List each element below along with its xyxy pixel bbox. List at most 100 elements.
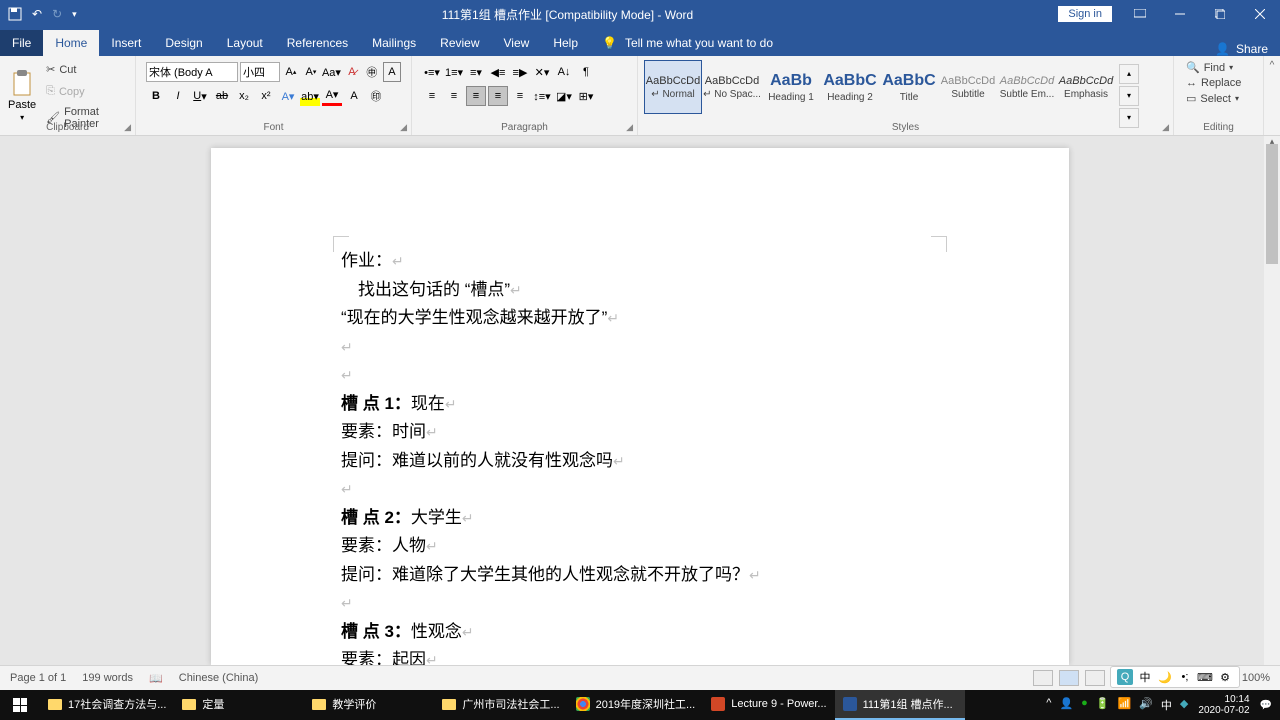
document-text[interactable]: 作业：↵ 找出这句话的 “槽点”↵“现在的大学生性观念越来越开放了”↵↵↵槽 点… <box>341 248 939 665</box>
highlight-button[interactable]: ab▾ <box>300 86 320 106</box>
find-button[interactable]: 🔍Find▾ <box>1184 60 1253 75</box>
text-effects-button[interactable]: A▾ <box>278 86 298 106</box>
font-name-select[interactable] <box>146 62 238 82</box>
ime-lang-button[interactable]: 中 <box>1137 669 1153 685</box>
collapse-ribbon-icon[interactable]: ^ <box>1270 60 1275 71</box>
change-case-button[interactable]: Aa▾ <box>322 62 341 82</box>
print-layout-button[interactable] <box>1059 670 1079 686</box>
style-item[interactable]: AaBbCcDd↵ Normal <box>644 60 702 114</box>
paste-icon[interactable] <box>10 69 34 97</box>
minimize-button[interactable] <box>1160 0 1200 28</box>
battery-icon[interactable]: 🔋 <box>1096 697 1110 713</box>
styles-scroll-down-icon[interactable]: ▾ <box>1119 86 1139 106</box>
enclose-char-button[interactable]: ㊞ <box>366 86 386 106</box>
notifications-icon[interactable]: 💬 <box>1260 700 1272 711</box>
shrink-font-button[interactable]: A▾ <box>302 62 320 82</box>
ime-tray-icon[interactable]: 中 <box>1161 697 1172 713</box>
tab-help[interactable]: Help <box>541 30 590 56</box>
tab-view[interactable]: View <box>492 30 542 56</box>
font-dialog-icon[interactable]: ◢ <box>400 122 407 133</box>
replace-button[interactable]: ↔Replace <box>1184 76 1253 90</box>
tray-up-icon[interactable]: ^ <box>1046 697 1051 713</box>
scroll-thumb[interactable] <box>1266 144 1278 264</box>
clear-formatting-button[interactable]: A̷ <box>343 62 361 82</box>
phonetic-guide-button[interactable]: ㊥ <box>363 62 381 82</box>
close-button[interactable] <box>1240 0 1280 28</box>
bold-button[interactable]: B <box>146 86 166 106</box>
ime-keyboard-icon[interactable]: ⌨ <box>1197 669 1213 685</box>
taskbar-item[interactable]: 2019年度深圳社工... <box>568 690 704 720</box>
word-count[interactable]: 199 words <box>82 672 133 684</box>
tab-insert[interactable]: Insert <box>99 30 153 56</box>
style-item[interactable]: AaBbCcDdSubtle Em... <box>998 60 1056 114</box>
taskbar-item[interactable]: 定量 <box>174 690 304 720</box>
ime-icon[interactable]: Q <box>1117 669 1133 685</box>
language-status[interactable]: Chinese (China) <box>179 672 258 684</box>
tab-mailings[interactable]: Mailings <box>360 30 428 56</box>
tab-layout[interactable]: Layout <box>215 30 275 56</box>
taskbar-item[interactable]: 教学评价 <box>304 690 434 720</box>
ime-punct-button[interactable]: •; <box>1177 669 1193 685</box>
align-left-button[interactable]: ≡ <box>422 86 442 106</box>
clipboard-dialog-icon[interactable]: ◢ <box>124 122 131 133</box>
people-icon[interactable]: 👤 <box>1059 697 1073 713</box>
web-layout-button[interactable] <box>1085 670 1105 686</box>
ribbon-display-icon[interactable] <box>1120 0 1160 28</box>
bullets-button[interactable]: •≡▾ <box>422 62 442 82</box>
maximize-button[interactable] <box>1200 0 1240 28</box>
underline-button[interactable]: U▾ <box>190 86 210 106</box>
superscript-button[interactable]: x² <box>256 86 276 106</box>
styles-scroll-up-icon[interactable]: ▴ <box>1119 64 1139 84</box>
multilevel-button[interactable]: ≡▾ <box>466 62 486 82</box>
paste-dropdown-icon[interactable]: ▾ <box>20 113 24 122</box>
style-item[interactable]: AaBbCTitle <box>880 60 938 114</box>
grow-font-button[interactable]: A▴ <box>282 62 300 82</box>
share-button[interactable]: Share <box>1236 42 1268 56</box>
style-item[interactable]: AaBbCcDd↵ No Spac... <box>703 60 761 114</box>
undo-icon[interactable]: ↶ <box>32 7 42 21</box>
tell-me-search[interactable]: 💡 Tell me what you want to do <box>590 30 785 56</box>
page-count[interactable]: Page 1 of 1 <box>10 672 66 684</box>
read-mode-button[interactable] <box>1033 670 1053 686</box>
document-area[interactable]: 作业：↵ 找出这句话的 “槽点”↵“现在的大学生性观念越来越开放了”↵↵↵槽 点… <box>0 136 1280 665</box>
align-center-button[interactable]: ≡ <box>444 86 464 106</box>
system-tray[interactable]: ^ 👤 ● 🔋 📶 🔊 中 ◆ 10:14 2020-07-02 💬 <box>1038 694 1280 716</box>
taskbar-item[interactable]: 广州市司法社会工... <box>434 690 567 720</box>
distribute-button[interactable]: ≡ <box>510 86 530 106</box>
align-right-button[interactable]: ≡ <box>466 86 486 106</box>
asian-layout-button[interactable]: ✕▾ <box>532 62 552 82</box>
signin-button[interactable]: Sign in <box>1058 6 1112 22</box>
decrease-indent-button[interactable]: ◀≡ <box>488 62 508 82</box>
zoom-level[interactable]: 100% <box>1242 672 1270 684</box>
paste-button[interactable]: Paste <box>8 99 36 111</box>
show-marks-button[interactable]: ¶ <box>576 62 596 82</box>
paragraph-dialog-icon[interactable]: ◢ <box>626 122 633 133</box>
spellcheck-icon[interactable]: 📖 <box>149 672 163 685</box>
increase-indent-button[interactable]: ≡▶ <box>510 62 530 82</box>
subscript-button[interactable]: x₂ <box>234 86 254 106</box>
taskbar-item[interactable]: 17社会调查方法与... <box>40 690 174 720</box>
tab-home[interactable]: Home <box>43 30 99 56</box>
style-item[interactable]: AaBbCHeading 2 <box>821 60 879 114</box>
sort-button[interactable]: A↓ <box>554 62 574 82</box>
justify-button[interactable]: ≡ <box>488 86 508 106</box>
shading-button[interactable]: ◪▾ <box>554 86 574 106</box>
borders-button[interactable]: ⊞▾ <box>576 86 596 106</box>
clock[interactable]: 10:14 2020-07-02 <box>1198 694 1249 716</box>
volume-icon[interactable]: 🔊 <box>1139 697 1153 713</box>
start-button[interactable] <box>0 690 40 720</box>
tab-review[interactable]: Review <box>428 30 491 56</box>
redo-icon[interactable]: ↻ <box>52 7 62 21</box>
char-shading-button[interactable]: A <box>344 86 364 106</box>
save-icon[interactable] <box>8 7 22 21</box>
document-page[interactable]: 作业：↵ 找出这句话的 “槽点”↵“现在的大学生性观念越来越开放了”↵↵↵槽 点… <box>211 148 1069 665</box>
font-color-button[interactable]: A▾ <box>322 86 342 106</box>
style-item[interactable]: AaBbHeading 1 <box>762 60 820 114</box>
ime-settings-icon[interactable]: ⚙ <box>1217 669 1233 685</box>
strikethrough-button[interactable]: ab <box>212 86 232 106</box>
taskbar-item[interactable]: Lecture 9 - Power... <box>703 690 834 720</box>
italic-button[interactable]: I <box>168 86 188 106</box>
tab-file[interactable]: File <box>0 30 43 56</box>
style-item[interactable]: AaBbCcDdSubtitle <box>939 60 997 114</box>
taskbar-item[interactable]: 111第1组 槽点作... <box>835 690 965 720</box>
